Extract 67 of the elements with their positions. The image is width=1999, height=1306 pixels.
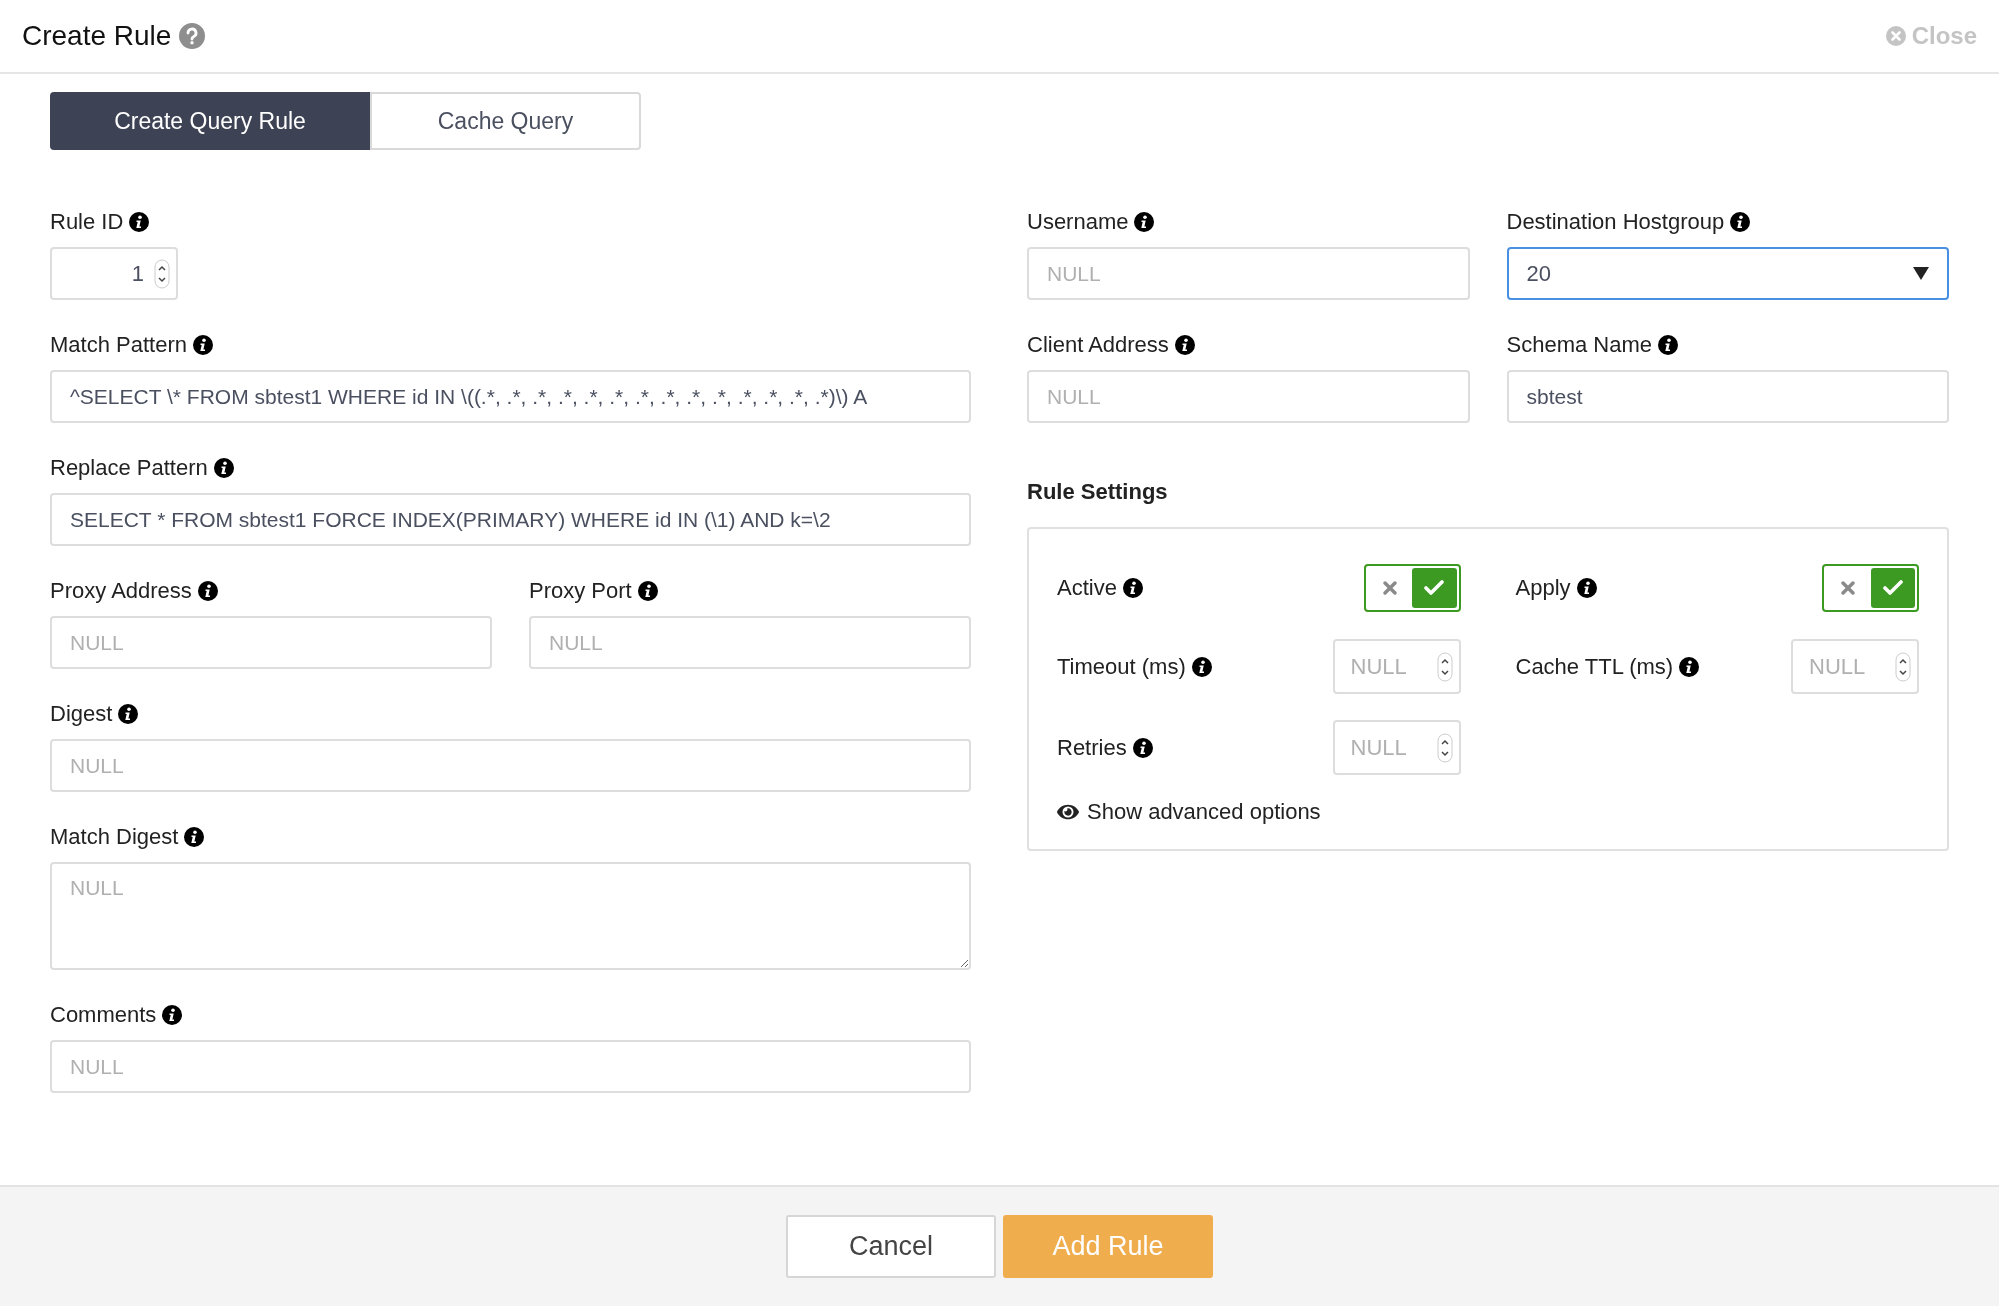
field-label: Schema Name bbox=[1506, 332, 1652, 358]
spinner-icon[interactable] bbox=[1895, 651, 1911, 682]
field-label: Digest bbox=[50, 701, 113, 727]
cross-icon bbox=[1381, 580, 1398, 596]
caret-icon bbox=[1913, 267, 1929, 280]
field-label: Replace Pattern bbox=[50, 455, 208, 481]
field-label: Proxy Port bbox=[529, 578, 632, 604]
info-icon[interactable] bbox=[1134, 212, 1155, 232]
text-input[interactable]: NULL bbox=[1027, 247, 1470, 300]
info-icon[interactable] bbox=[637, 581, 658, 601]
field-label: Match Digest bbox=[50, 824, 179, 850]
number-input[interactable]: 1 bbox=[50, 247, 178, 300]
number-input[interactable]: NULL bbox=[1332, 720, 1461, 775]
tab[interactable]: Cache Query bbox=[370, 92, 641, 150]
spinner-icon[interactable] bbox=[154, 258, 170, 289]
text-input[interactable]: SELECT * FROM sbtest1 FORCE INDEX(PRIMARY) WHERE id IN (\1) AND k=\2 bbox=[50, 493, 971, 546]
info-icon[interactable] bbox=[129, 212, 150, 232]
field-label: Client Address bbox=[1027, 332, 1169, 358]
text-input[interactable]: NULL bbox=[50, 739, 971, 792]
info-icon[interactable] bbox=[1679, 656, 1700, 677]
info-icon[interactable] bbox=[1658, 335, 1678, 355]
number-input[interactable]: NULL bbox=[1791, 639, 1919, 694]
setting-label: Cache TTL (ms) bbox=[1515, 653, 1674, 680]
close-icon bbox=[1885, 26, 1906, 46]
toggle-switch[interactable] bbox=[1363, 564, 1461, 612]
section-title: Rule Settings bbox=[1027, 479, 1169, 506]
toggle-switch[interactable] bbox=[1822, 564, 1919, 612]
setting-label: Timeout (ms) bbox=[1057, 653, 1186, 680]
field-label: Proxy Address bbox=[50, 578, 192, 604]
advanced-options-link[interactable]: Show advanced options bbox=[1057, 799, 1321, 825]
check-icon bbox=[1424, 580, 1445, 596]
text-input[interactable]: sbtest bbox=[1506, 370, 1949, 423]
text-area[interactable]: NULL bbox=[50, 862, 971, 970]
text-input[interactable]: ^SELECT \* FROM sbtest1 WHERE id IN \((.*, .*, .*, .*, .*, .*, .*, .*, .*, .*, .*, .*, .*, .*)\) A bbox=[50, 370, 971, 423]
field-label: Rule ID bbox=[50, 209, 124, 235]
text-input[interactable]: NULL bbox=[50, 616, 492, 669]
info-icon[interactable] bbox=[192, 335, 213, 355]
info-icon[interactable] bbox=[1730, 212, 1751, 232]
field-label: Match Pattern bbox=[50, 332, 187, 358]
hostgroup-select[interactable]: 20 bbox=[1506, 247, 1949, 300]
dialog-title: Create Rule bbox=[22, 20, 172, 52]
tab[interactable]: Create Query Rule bbox=[50, 92, 370, 150]
info-icon[interactable] bbox=[1191, 656, 1212, 677]
text-input[interactable]: NULL bbox=[1027, 370, 1470, 423]
text-input[interactable]: NULL bbox=[529, 616, 971, 669]
info-icon[interactable] bbox=[118, 704, 139, 724]
info-icon[interactable] bbox=[1132, 737, 1153, 758]
cross-icon bbox=[1840, 580, 1857, 596]
select-value: 20 bbox=[1526, 260, 1551, 287]
info-icon[interactable] bbox=[162, 1005, 183, 1025]
info-icon[interactable] bbox=[197, 581, 218, 601]
info-icon[interactable] bbox=[184, 827, 205, 847]
field-label: Comments bbox=[50, 1002, 157, 1028]
setting-label: Active bbox=[1057, 575, 1117, 601]
info-icon[interactable] bbox=[1576, 578, 1597, 598]
check-icon bbox=[1882, 580, 1903, 596]
info-icon[interactable] bbox=[1174, 335, 1195, 355]
text-input[interactable]: NULL bbox=[50, 1040, 971, 1093]
setting-label: Apply bbox=[1515, 575, 1571, 601]
info-icon[interactable] bbox=[1122, 578, 1143, 598]
cancel-button[interactable]: Cancel bbox=[786, 1215, 996, 1278]
number-input[interactable]: NULL bbox=[1332, 639, 1461, 694]
setting-label: Retries bbox=[1057, 734, 1127, 761]
info-icon[interactable] bbox=[213, 458, 234, 478]
field-label: Username bbox=[1027, 209, 1129, 235]
field-label: Destination Hostgroup bbox=[1506, 209, 1725, 235]
help-icon[interactable] bbox=[179, 23, 206, 49]
